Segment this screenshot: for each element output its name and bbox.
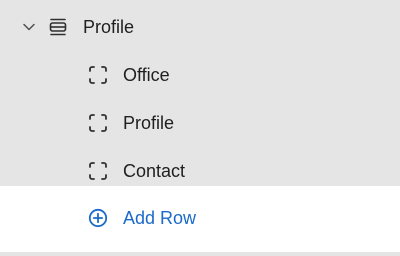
dashed-square-icon [88, 113, 108, 133]
dashed-square-icon [88, 65, 108, 85]
tree-child-row[interactable]: Office [0, 51, 400, 99]
section-panel: Profile Office Profile Contact Add Row [0, 0, 400, 256]
plus-circle-icon [88, 208, 108, 228]
dashed-square-icon [88, 161, 108, 181]
tree-child-label: Contact [123, 160, 186, 181]
tree-child-label: Profile [123, 112, 175, 133]
tree-parent-row[interactable]: Profile [0, 3, 400, 51]
section-rows-icon [48, 17, 68, 37]
add-row-button[interactable]: Add Row [0, 186, 400, 250]
add-row-label: Add Row [123, 207, 197, 228]
bottom-divider [0, 252, 400, 256]
tree-child-row[interactable]: Profile [0, 99, 400, 147]
tree-parent-label: Profile [83, 16, 135, 37]
tree-child-label: Office [123, 64, 170, 85]
chevron-down-icon[interactable] [20, 18, 38, 36]
tree-area: Profile Office Profile Contact [0, 0, 400, 186]
